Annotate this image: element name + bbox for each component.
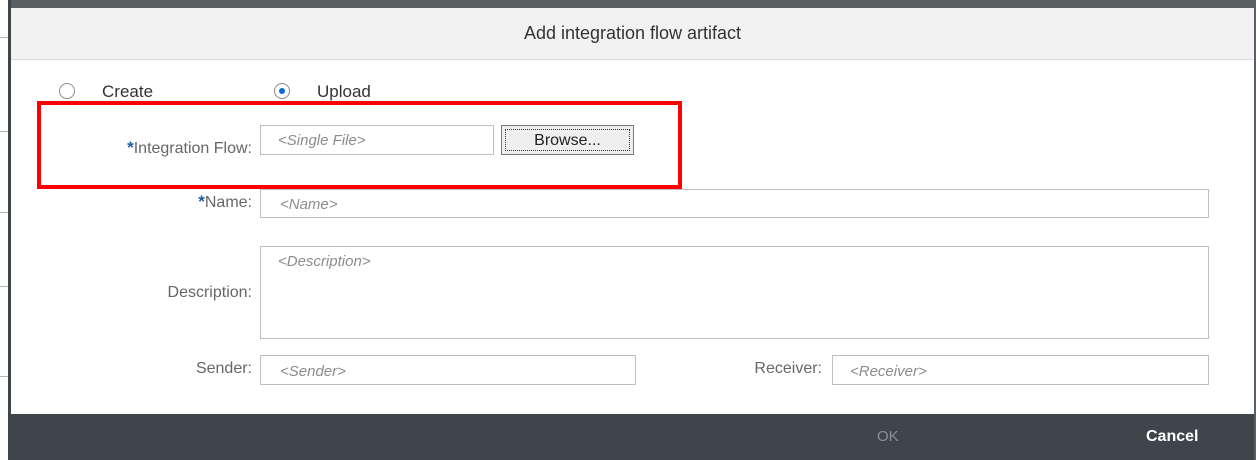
receiver-placeholder: <Receiver> [850, 363, 927, 380]
sender-input[interactable]: <Sender> [260, 355, 636, 385]
name-label-text: Name: [204, 194, 252, 211]
radio-upload-circle[interactable] [274, 83, 290, 99]
receiver-label: Receiver: [754, 360, 822, 377]
background-divider [0, 37, 8, 38]
frame-left-edge [8, 0, 11, 460]
background-divider [0, 286, 8, 287]
required-marker: * [198, 192, 205, 211]
receiver-input[interactable]: <Receiver> [832, 355, 1209, 385]
cancel-button[interactable]: Cancel [1146, 428, 1198, 446]
sender-placeholder: <Sender> [280, 363, 346, 380]
name-label: *Name: [40, 192, 252, 212]
dialog-footer: OK Cancel [11, 414, 1254, 460]
radio-upload-label[interactable]: Upload [317, 82, 371, 102]
sender-label: Sender: [195, 360, 252, 377]
radio-selected-dot [279, 88, 285, 94]
dialog-window: Add integration flow artifact Create Upl… [0, 0, 1256, 460]
highlight-annotation-box [37, 101, 682, 189]
ok-button[interactable]: OK [877, 428, 899, 445]
background-divider [0, 212, 8, 213]
radio-create-circle[interactable] [59, 83, 75, 99]
dialog-title: Add integration flow artifact [523, 23, 742, 43]
description-label: Description: [167, 284, 252, 301]
frame-top-edge [8, 0, 1256, 8]
dialog-header: Add integration flow artifact [11, 8, 1254, 60]
name-placeholder: <Name> [280, 196, 338, 213]
description-placeholder: <Description> [278, 253, 371, 270]
name-input[interactable]: <Name> [260, 189, 1209, 218]
description-textarea[interactable]: <Description> [260, 246, 1209, 339]
background-divider [0, 131, 8, 132]
radio-create-label[interactable]: Create [102, 82, 153, 102]
background-divider [0, 376, 8, 377]
